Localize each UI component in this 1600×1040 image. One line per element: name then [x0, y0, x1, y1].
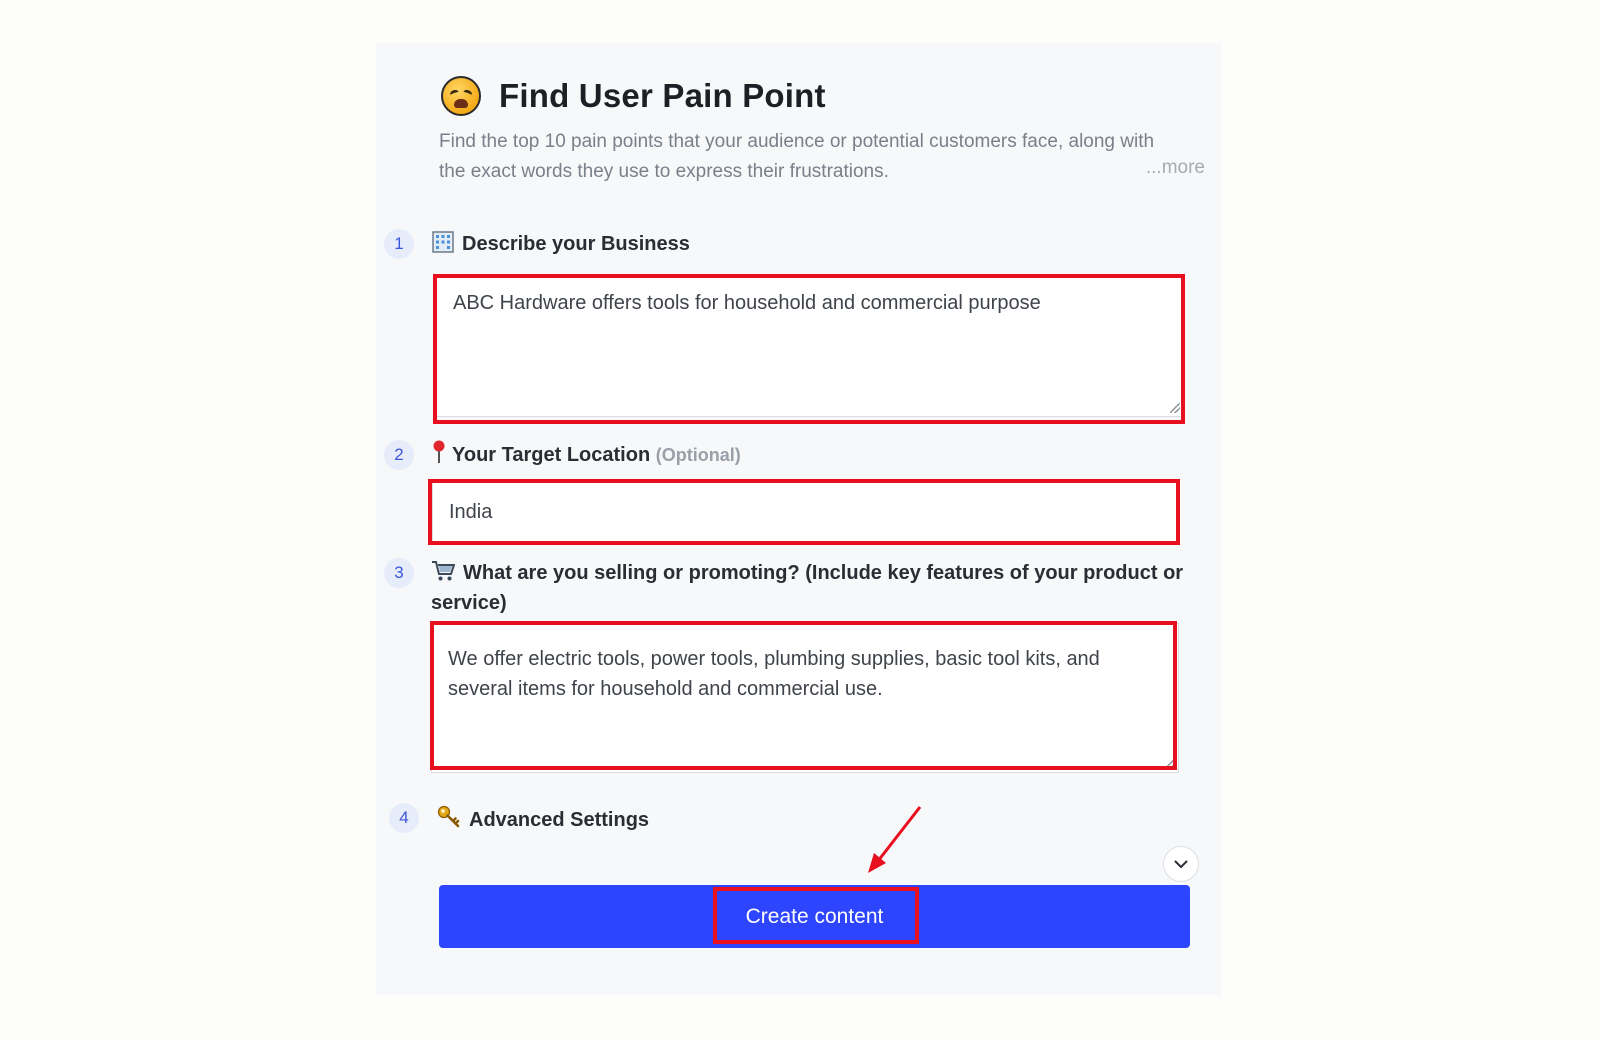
- step-4-label: Advanced Settings: [469, 809, 650, 831]
- step-3-label-row: What are you selling or promoting? (Incl…: [431, 558, 1191, 618]
- step-2-label-row: Your Target Location (Optional): [432, 440, 741, 470]
- weary-face-icon: [441, 76, 481, 116]
- step-1-label: Describe your Business: [462, 233, 690, 255]
- step-1-label-row: Describe your Business: [432, 229, 690, 259]
- step-number-4: 4: [389, 803, 419, 833]
- form-card: Find User Pain Point Find the top 10 pai…: [376, 43, 1222, 995]
- header: Find User Pain Point: [441, 76, 826, 116]
- office-building-icon: [432, 231, 454, 253]
- step-3-label: What are you selling or promoting? (Incl…: [431, 562, 1184, 614]
- create-content-label: Create content: [745, 904, 884, 928]
- step-2-label: Your Target Location: [452, 444, 651, 466]
- create-content-button[interactable]: Create content: [439, 885, 1190, 948]
- expand-advanced-button[interactable]: [1163, 846, 1199, 882]
- step-number-3: 3: [384, 558, 414, 588]
- more-link[interactable]: ...more: [1146, 157, 1205, 179]
- optional-tag: (Optional): [655, 445, 741, 465]
- chevron-down-icon: [1174, 860, 1188, 868]
- key-icon: [437, 805, 460, 828]
- page-title: Find User Pain Point: [499, 77, 826, 114]
- resize-handle[interactable]: [1165, 759, 1175, 769]
- pushpin-icon: [433, 440, 445, 463]
- page-description: Find the top 10 pain points that your au…: [439, 131, 1155, 182]
- step-number-2: 2: [384, 440, 414, 470]
- step-number-1: 1: [384, 229, 414, 259]
- shopping-cart-icon: [432, 561, 455, 581]
- advanced-settings-toggle[interactable]: Advanced Settings: [437, 805, 649, 835]
- business-description-textarea[interactable]: ABC Hardware offers tools for household …: [436, 277, 1184, 417]
- annotation-arrow: [868, 806, 922, 873]
- offering-description-textarea[interactable]: We offer electric tools, power tools, pl…: [431, 623, 1179, 773]
- target-location-input[interactable]: India: [432, 482, 1180, 543]
- resize-handle[interactable]: [1170, 403, 1180, 413]
